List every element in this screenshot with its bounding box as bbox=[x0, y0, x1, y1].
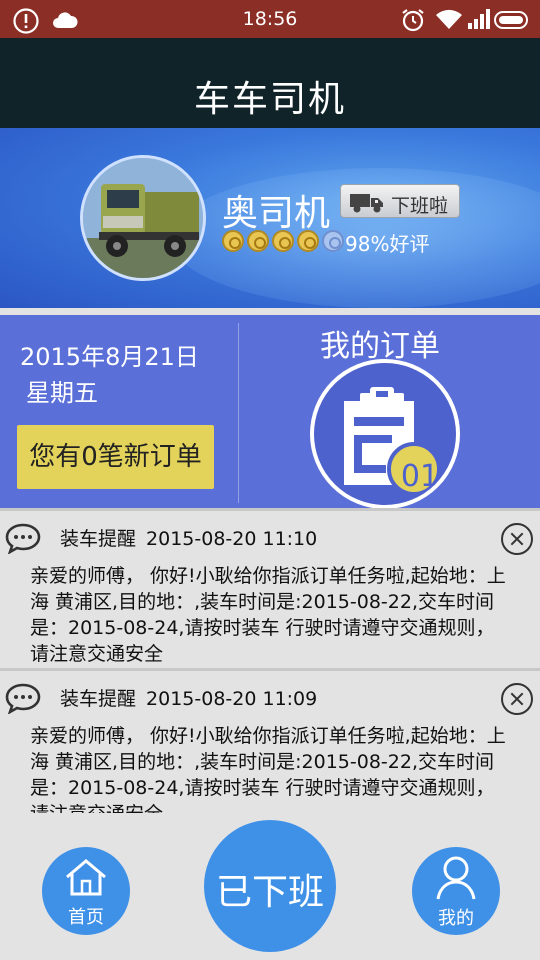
off-duty-button[interactable]: 下班啦 bbox=[340, 184, 460, 218]
alarm-icon bbox=[400, 7, 426, 37]
signal-icon bbox=[466, 7, 492, 35]
title-bar: 车车司机 bbox=[0, 38, 540, 128]
profile-label: 我的 bbox=[438, 908, 474, 929]
message-bubble-icon bbox=[5, 682, 41, 718]
profile-banner: 奥司机 下班啦 98%好评 bbox=[0, 128, 540, 308]
message-time: 2015-08-20 11:10 bbox=[146, 528, 318, 550]
message-type: 装车提醒 bbox=[60, 528, 137, 550]
divider bbox=[238, 323, 239, 503]
message-body: 亲爱的师傅， 你好!小耿给你指派订单任务啦,起始地：上海 黄浦区,目的地：,装车… bbox=[30, 565, 506, 665]
weekday: 星期五 bbox=[26, 379, 98, 407]
message-body: 亲爱的师傅， 你好!小耿给你指派订单任务啦,起始地：上海 黄浦区,目的地：,装车… bbox=[30, 725, 506, 813]
truck-photo bbox=[83, 158, 203, 278]
message-list[interactable]: 装车提醒 2015-08-20 11:10 亲爱的师傅， 你好!小耿给你指派订单任… bbox=[0, 508, 540, 813]
message-divider bbox=[0, 508, 540, 511]
message-time: 2015-08-20 11:09 bbox=[146, 688, 318, 710]
message-item[interactable]: 装车提醒 2015-08-20 11:09 亲爱的师傅， 你好!小耿给你指派订单任… bbox=[0, 668, 540, 813]
home-icon bbox=[63, 857, 109, 901]
message-item[interactable]: 装车提醒 2015-08-20 11:10 亲爱的师傅， 你好!小耿给你指派订单任… bbox=[0, 508, 540, 668]
rating-star-icon bbox=[247, 230, 269, 252]
my-orders-button[interactable]: 01 bbox=[310, 359, 460, 509]
app-title: 车车司机 bbox=[193, 79, 346, 120]
close-icon[interactable] bbox=[501, 683, 533, 715]
close-icon[interactable] bbox=[501, 523, 533, 555]
driver-name: 奥司机 bbox=[222, 193, 331, 234]
battery-icon bbox=[494, 11, 530, 33]
person-icon bbox=[435, 855, 477, 905]
rating-star-icon bbox=[222, 230, 244, 252]
new-orders-button[interactable]: 您有0笔新订单 bbox=[17, 425, 214, 489]
message-header: 装车提醒 2015-08-20 11:09 bbox=[60, 684, 317, 711]
current-date: 2015年8月21日 bbox=[20, 343, 199, 371]
home-label: 首页 bbox=[68, 907, 104, 928]
status-bar: 18:56 bbox=[0, 0, 540, 38]
wifi-icon bbox=[435, 7, 463, 35]
truck-icon bbox=[349, 190, 385, 218]
off-duty-label: 下班啦 bbox=[391, 195, 449, 217]
orders-badge: 01 bbox=[400, 459, 440, 494]
rating-star-half-icon bbox=[322, 230, 344, 252]
message-header: 装车提醒 2015-08-20 11:10 bbox=[60, 524, 317, 551]
message-type: 装车提醒 bbox=[60, 688, 137, 710]
off-duty-main-label: 已下班 bbox=[215, 872, 324, 913]
message-bubble-icon bbox=[5, 522, 41, 558]
bottom-nav: 首页 已下班 我的 bbox=[0, 813, 540, 960]
rating-star-icon bbox=[297, 230, 319, 252]
home-button[interactable]: 首页 bbox=[42, 847, 130, 935]
rating-text: 98%好评 bbox=[345, 232, 430, 256]
rating-star-icon bbox=[272, 230, 294, 252]
avatar[interactable] bbox=[80, 155, 206, 281]
message-divider bbox=[0, 668, 540, 671]
info-panel: 2015年8月21日 星期五 您有0笔新订单 我的订单 01 bbox=[0, 315, 540, 509]
profile-button[interactable]: 我的 bbox=[412, 847, 500, 935]
off-duty-main-button[interactable]: 已下班 bbox=[204, 820, 336, 952]
